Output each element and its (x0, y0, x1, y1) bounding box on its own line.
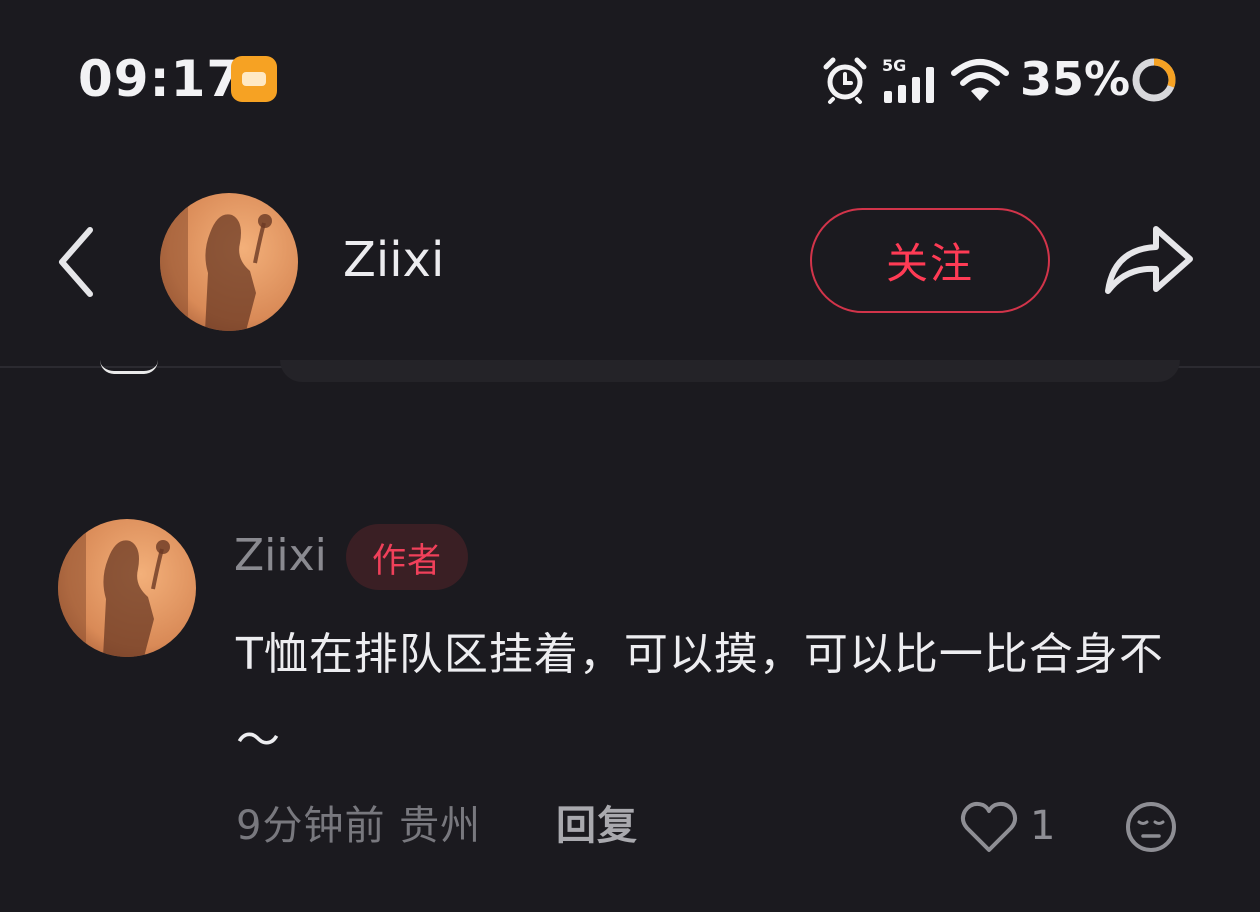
alarm-icon (823, 57, 867, 104)
header-username[interactable]: Ziixi (343, 230, 444, 290)
signal-icon: 5G (882, 56, 934, 103)
emoji-face-icon[interactable] (1124, 800, 1178, 854)
status-time: 09:17 (78, 50, 243, 108)
back-button[interactable] (50, 222, 110, 302)
battery-percentage: 35% (1020, 52, 1131, 106)
like-count: 1 (1030, 803, 1056, 849)
network-type-label: 5G (882, 56, 906, 75)
author-badge-label: 作者 (372, 540, 442, 581)
header-avatar[interactable] (160, 193, 298, 331)
avatar-image (58, 519, 196, 657)
comment-author-name[interactable]: Ziixi (234, 528, 327, 584)
comment-text: T恤在排队区挂着，可以摸，可以比一比合身不～ (236, 629, 1164, 766)
battery-ring-icon (1132, 58, 1176, 102)
author-badge: 作者 (346, 524, 468, 590)
app-notification-icon (231, 56, 277, 102)
heart-outline-icon[interactable] (960, 800, 1018, 854)
scrolled-avatar-edge (100, 360, 158, 374)
wifi-icon (951, 59, 1009, 101)
scrolled-content-edge (280, 360, 1180, 382)
follow-button[interactable]: 关注 (810, 208, 1050, 313)
follow-label: 关注 (885, 239, 974, 288)
comment-avatar[interactable] (58, 519, 196, 657)
share-button[interactable] (1100, 215, 1200, 305)
avatar-image (160, 193, 298, 331)
reply-button[interactable]: 回复 (556, 798, 638, 854)
comment-time-location: 9分钟前 贵州 (236, 803, 482, 849)
